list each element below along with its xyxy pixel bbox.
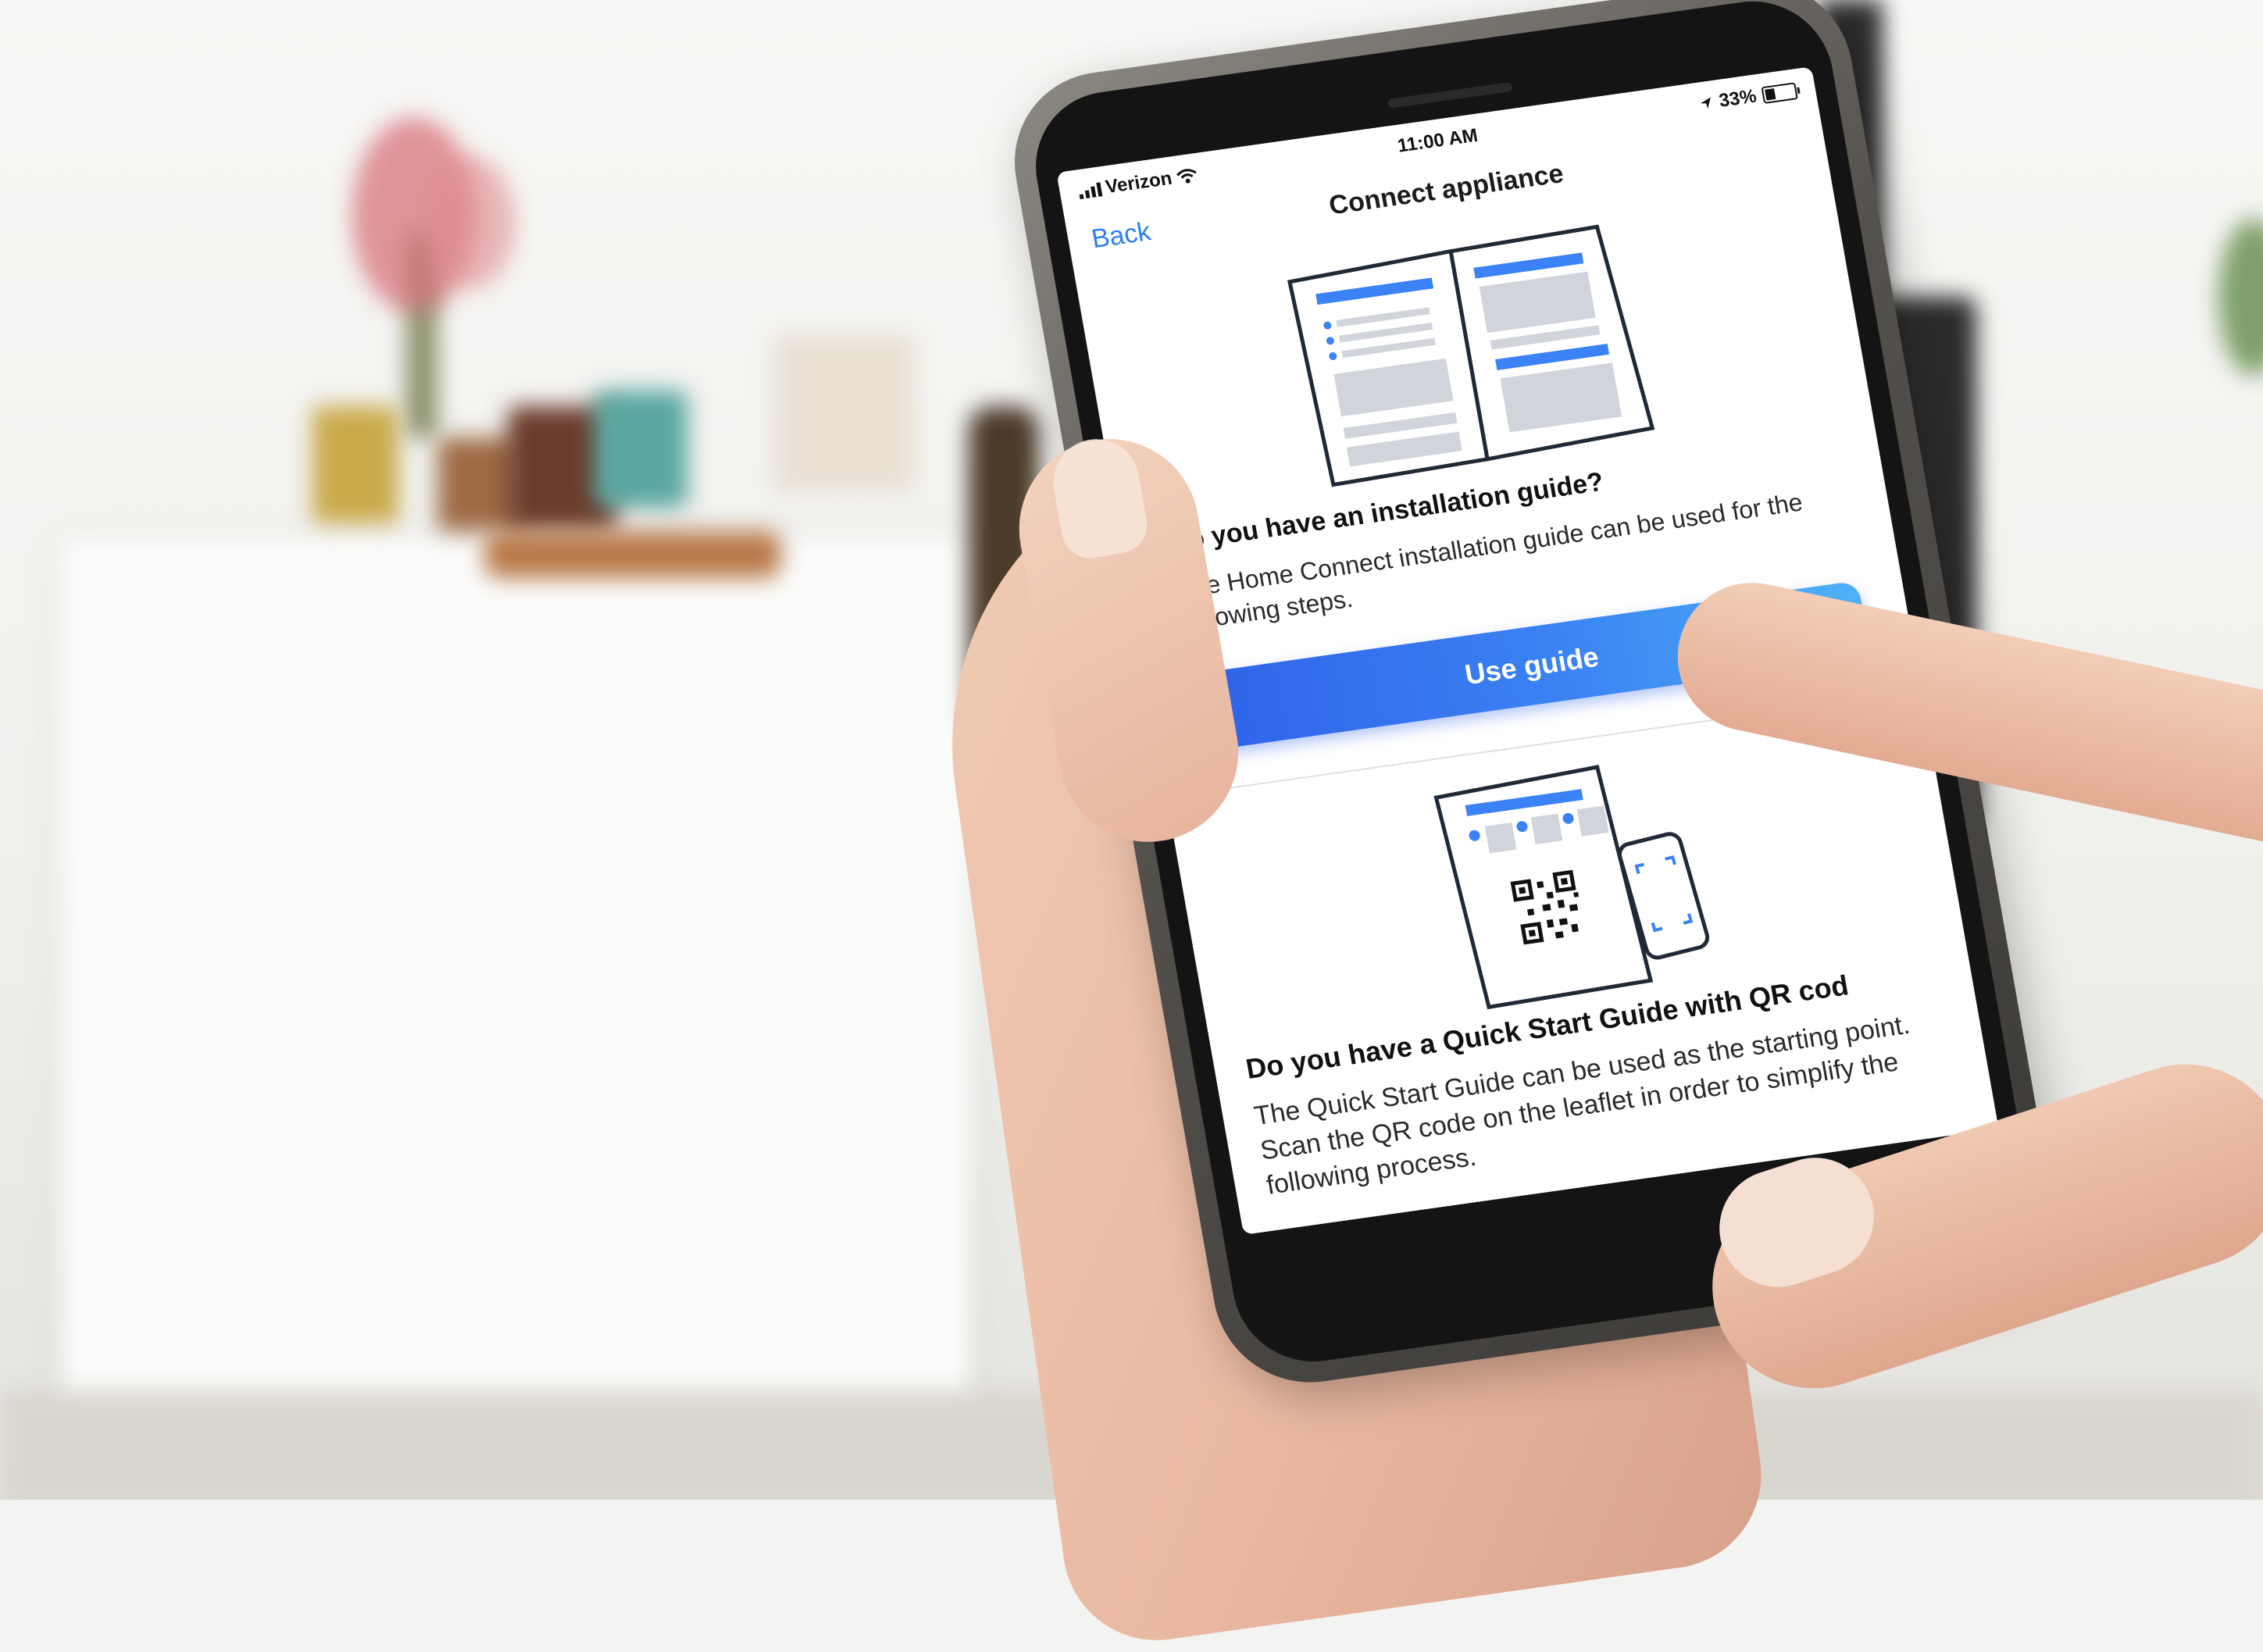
battery-fill [1765,88,1776,101]
qr-leaflet-icon [1433,765,1710,1010]
phone-speaker [1387,81,1513,109]
guide-book-icon [1287,224,1655,487]
background-jar [312,406,398,523]
background-box [773,336,914,492]
background-cabinet [62,539,969,1437]
background-cutting-board [484,531,781,578]
battery-icon [1761,82,1798,105]
battery-percent: 33% [1717,85,1758,112]
location-icon [1700,97,1711,109]
background-jar [594,391,687,508]
status-right: 33% [1697,80,1799,115]
background-flower [422,156,516,289]
